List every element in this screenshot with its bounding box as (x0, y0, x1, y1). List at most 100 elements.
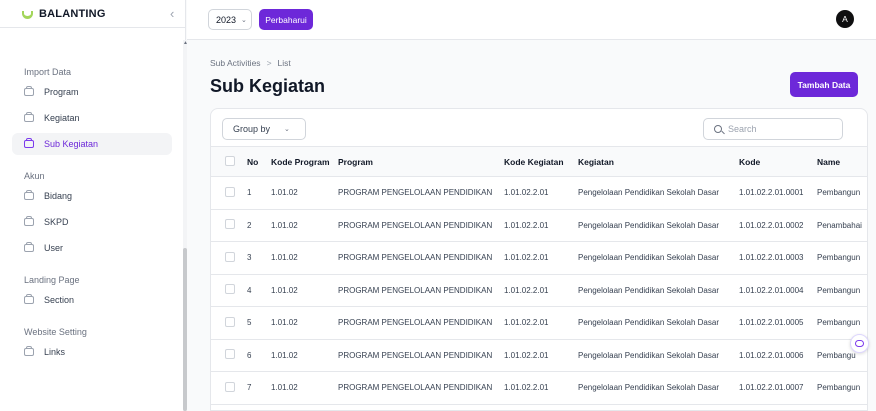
sidebar-item-label: Program (44, 87, 79, 97)
table-cell: 1.01.02.2.01 (504, 371, 578, 405)
table-row[interactable]: 6 1.01.02 PROGRAM PENGELOLAAN PENDIDIKAN 1.… (211, 339, 867, 372)
sidebar-item-skpd[interactable]: SKPD (12, 211, 172, 233)
row-checkbox[interactable] (225, 381, 235, 392)
sidebar-item-user[interactable]: User (12, 237, 172, 259)
folder-icon (24, 138, 34, 148)
table-cell: 1.01.02 (271, 274, 338, 307)
sidebar-group-label: Website Setting (24, 327, 87, 337)
table-cell: PROGRAM PENGELOLAAN PENDIDIKAN (338, 241, 504, 275)
search-icon (714, 125, 722, 133)
table-cell: 1.01.02.2.01.0006 (739, 339, 817, 372)
sidebar: BALANTING ‹ Import Data Program Kegiatan Su… (0, 0, 188, 411)
folder-icon (24, 294, 34, 304)
brand[interactable]: BALANTING (0, 0, 186, 28)
folder-icon (24, 112, 34, 122)
sidebar-item-label: Section (44, 295, 75, 305)
folder-icon (24, 242, 34, 252)
table-cell: Pembangun (817, 274, 867, 307)
table-cell: 7 (247, 371, 271, 405)
page-title: Sub Kegiatan (210, 76, 326, 96)
logo-icon (22, 10, 33, 19)
sidebar-group-label: Landing Page (24, 275, 80, 285)
table-cell: 1.01.02.2.01.0007 (739, 371, 817, 405)
table-cell: 1.01.02 (271, 371, 338, 405)
group-by-select[interactable]: Group by ⌄ (222, 118, 306, 140)
table-cell: Pembangun (817, 241, 867, 275)
row-checkbox[interactable] (225, 284, 235, 295)
table-cell: Pengelolaan Pendidikan Sekolah Dasar (578, 241, 739, 275)
row-checkbox[interactable] (225, 251, 235, 262)
sidebar-item-program[interactable]: Program (12, 81, 172, 103)
column-header[interactable]: Kode Kegiatan (504, 146, 578, 177)
sidebar-item-section[interactable]: Section (12, 289, 172, 311)
table-cell: 1.01.02.2.01 (504, 176, 578, 210)
table-cell: 5 (247, 306, 271, 340)
search-input[interactable]: Search (703, 118, 843, 140)
sidebar-item-bidang[interactable]: Bidang (12, 185, 172, 207)
breadcrumb-current: List (277, 58, 291, 68)
table-row[interactable]: 5 1.01.02 PROGRAM PENGELOLAAN PENDIDIKAN 1.… (211, 306, 867, 340)
table-cell: 1.01.02 (271, 241, 338, 275)
column-header[interactable]: Kegiatan (578, 146, 739, 177)
table-cell: 1.01.02 (271, 209, 338, 242)
table-cell: 1.01.02.2.01 (504, 339, 578, 372)
table-cell: 1 (247, 176, 271, 210)
column-header[interactable]: Program (338, 146, 504, 177)
sidebar-item-label: Bidang (44, 191, 73, 201)
row-checkbox[interactable] (225, 349, 235, 360)
table-cell: Pengelolaan Pendidikan Sekolah Dasar (578, 274, 739, 307)
sidebar-item-label: User (44, 243, 64, 253)
chat-widget-button[interactable] (850, 334, 869, 353)
group-by-label: Group by (233, 124, 271, 134)
table-row[interactable]: 3 1.01.02 PROGRAM PENGELOLAAN PENDIDIKAN 1.… (211, 241, 867, 275)
table-row[interactable]: 4 1.01.02 PROGRAM PENGELOLAAN PENDIDIKAN 1.… (211, 274, 867, 307)
table-cell: 4 (247, 274, 271, 307)
sidebar-item-sub-kegiatan[interactable]: Sub Kegiatan (12, 133, 172, 155)
table-cell: Penambahai (817, 209, 867, 242)
sidebar-item-label: Kegiatan (44, 113, 80, 123)
year-select[interactable]: 2023 ⌄ (208, 9, 252, 30)
column-header[interactable]: Kode (739, 146, 817, 177)
table-cell: Pengelolaan Pendidikan Sekolah Dasar (578, 176, 739, 210)
chevron-left-icon[interactable]: ‹ (170, 6, 174, 21)
column-header[interactable]: No (247, 146, 271, 177)
table-row[interactable]: 2 1.01.02 PROGRAM PENGELOLAAN PENDIDIKAN 1.… (211, 209, 867, 242)
table-cell: 1.01.02.2.01 (504, 209, 578, 242)
sidebar-item-label: Links (44, 347, 66, 357)
sidebar-scrollbar-thumb[interactable] (183, 248, 187, 411)
add-data-button[interactable]: Tambah Data (790, 72, 858, 97)
breadcrumb-parent[interactable]: Sub Activities (210, 58, 261, 68)
row-checkbox[interactable] (225, 316, 235, 327)
table-cell: PROGRAM PENGELOLAAN PENDIDIKAN (338, 306, 504, 340)
search-placeholder: Search (728, 124, 757, 134)
update-button[interactable]: Perbaharui (259, 9, 313, 30)
column-header[interactable]: Name (817, 146, 867, 177)
row-checkbox[interactable] (225, 219, 235, 230)
sidebar-group-label: Akun (24, 171, 45, 181)
sidebar-item-links[interactable]: Links (12, 341, 172, 363)
table-body: 1 1.01.02 PROGRAM PENGELOLAAN PENDIDIKAN 1.… (211, 176, 867, 405)
table-cell: Pengelolaan Pendidikan Sekolah Dasar (578, 371, 739, 405)
table-cell: 1.01.02.2.01.0004 (739, 274, 817, 307)
table-cell: 1.01.02.2.01.0002 (739, 209, 817, 242)
sidebar-nav: Import Data Program Kegiatan Sub Kegiatan Ak… (0, 40, 184, 363)
brand-name: BALANTING (39, 7, 106, 20)
data-table-card: Group by ⌄ Search No Kode Program Progra… (210, 108, 868, 411)
table-header-row: No Kode Program Program Kode Kegiatan Ke… (211, 146, 867, 177)
folder-icon (24, 346, 34, 356)
scroll-up-arrow-icon[interactable]: ▲ (183, 40, 188, 46)
table-cell: Pengelolaan Pendidikan Sekolah Dasar (578, 209, 739, 242)
table-cell: 1.01.02.2.01.0001 (739, 176, 817, 210)
sidebar-item-kegiatan[interactable]: Kegiatan (12, 107, 172, 129)
table-row[interactable]: 7 1.01.02 PROGRAM PENGELOLAAN PENDIDIKAN 1.… (211, 371, 867, 405)
avatar[interactable]: A (836, 10, 854, 28)
column-header[interactable]: Kode Program (271, 146, 338, 177)
table-cell: PROGRAM PENGELOLAAN PENDIDIKAN (338, 339, 504, 372)
table-cell: 1.01.02 (271, 306, 338, 340)
topbar: 2023 ⌄ Perbaharui A (187, 0, 876, 40)
table-cell: Pembangun (817, 371, 867, 405)
table-row[interactable]: 1 1.01.02 PROGRAM PENGELOLAAN PENDIDIKAN 1.… (211, 176, 867, 210)
table-cell: 1.01.02.2.01 (504, 274, 578, 307)
select-all-checkbox[interactable] (225, 155, 235, 166)
row-checkbox[interactable] (225, 186, 235, 197)
